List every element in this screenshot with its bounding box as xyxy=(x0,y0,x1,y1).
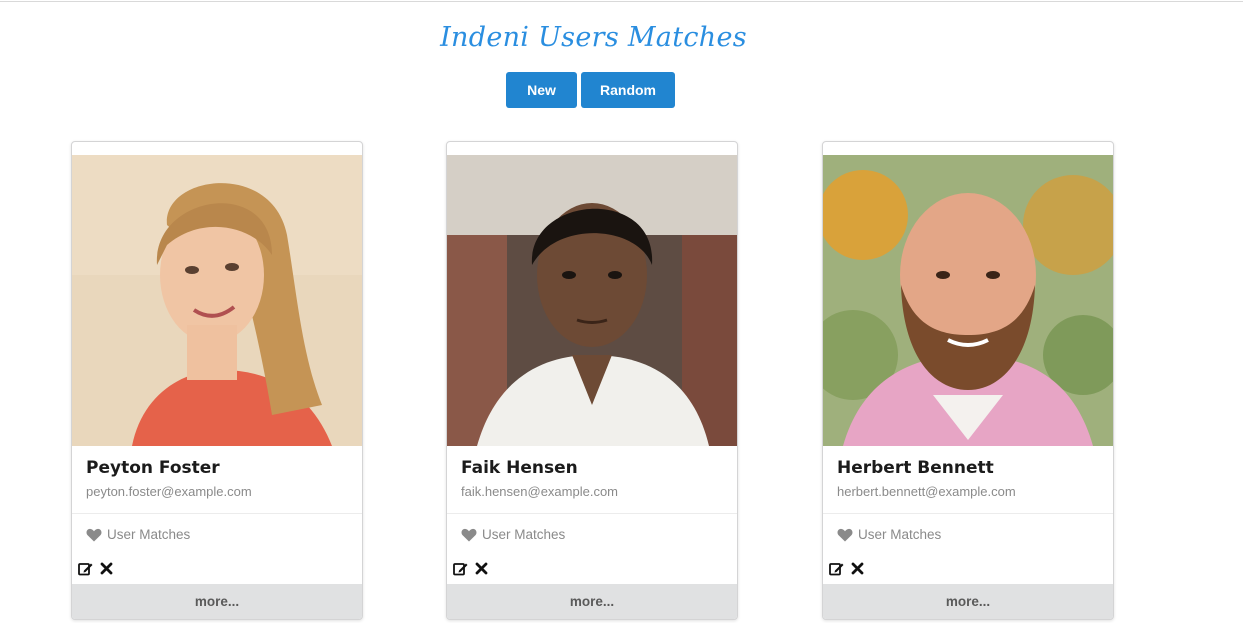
card-actions xyxy=(453,561,489,576)
user-matches-label: User Matches xyxy=(858,527,942,542)
heart-icon xyxy=(86,528,102,541)
delete-icon[interactable] xyxy=(99,561,114,576)
user-name: Peyton Foster xyxy=(86,458,220,478)
more-button[interactable]: more... xyxy=(823,584,1113,619)
user-email: peyton.foster@example.com xyxy=(86,484,252,499)
more-button[interactable]: more... xyxy=(447,584,737,619)
user-name: Herbert Bennett xyxy=(837,458,994,478)
card-divider xyxy=(823,513,1113,514)
user-photo xyxy=(447,155,737,446)
card-divider xyxy=(447,513,737,514)
card-actions xyxy=(78,561,114,576)
more-button[interactable]: more... xyxy=(72,584,362,619)
user-matches-label: User Matches xyxy=(107,527,191,542)
user-photo xyxy=(72,155,362,446)
user-card: Herbert Bennett herbert.bennett@example.… xyxy=(822,141,1114,620)
edit-icon[interactable] xyxy=(78,561,93,576)
user-matches[interactable]: User Matches xyxy=(86,527,190,542)
edit-icon[interactable] xyxy=(453,561,468,576)
heart-icon xyxy=(461,528,477,541)
page-title: Indeni Users Matches xyxy=(440,22,747,53)
man-portrait-icon xyxy=(447,155,737,446)
top-divider xyxy=(0,1,1243,2)
random-button[interactable]: Random xyxy=(581,72,675,108)
user-email: faik.hensen@example.com xyxy=(461,484,618,499)
user-card: Peyton Foster peyton.foster@example.com … xyxy=(71,141,363,620)
new-button[interactable]: New xyxy=(506,72,577,108)
woman-portrait-icon xyxy=(72,155,362,446)
user-name: Faik Hensen xyxy=(461,458,578,478)
toolbar: New Random xyxy=(506,72,675,108)
user-matches[interactable]: User Matches xyxy=(461,527,565,542)
card-actions xyxy=(829,561,865,576)
user-photo xyxy=(823,155,1113,446)
edit-icon[interactable] xyxy=(829,561,844,576)
delete-icon[interactable] xyxy=(850,561,865,576)
card-divider xyxy=(72,513,362,514)
heart-icon xyxy=(837,528,853,541)
user-email: herbert.bennett@example.com xyxy=(837,484,1016,499)
user-matches-label: User Matches xyxy=(482,527,566,542)
user-card: Faik Hensen faik.hensen@example.com User… xyxy=(446,141,738,620)
bearded-man-portrait-icon xyxy=(823,155,1113,446)
delete-icon[interactable] xyxy=(474,561,489,576)
user-matches[interactable]: User Matches xyxy=(837,527,941,542)
